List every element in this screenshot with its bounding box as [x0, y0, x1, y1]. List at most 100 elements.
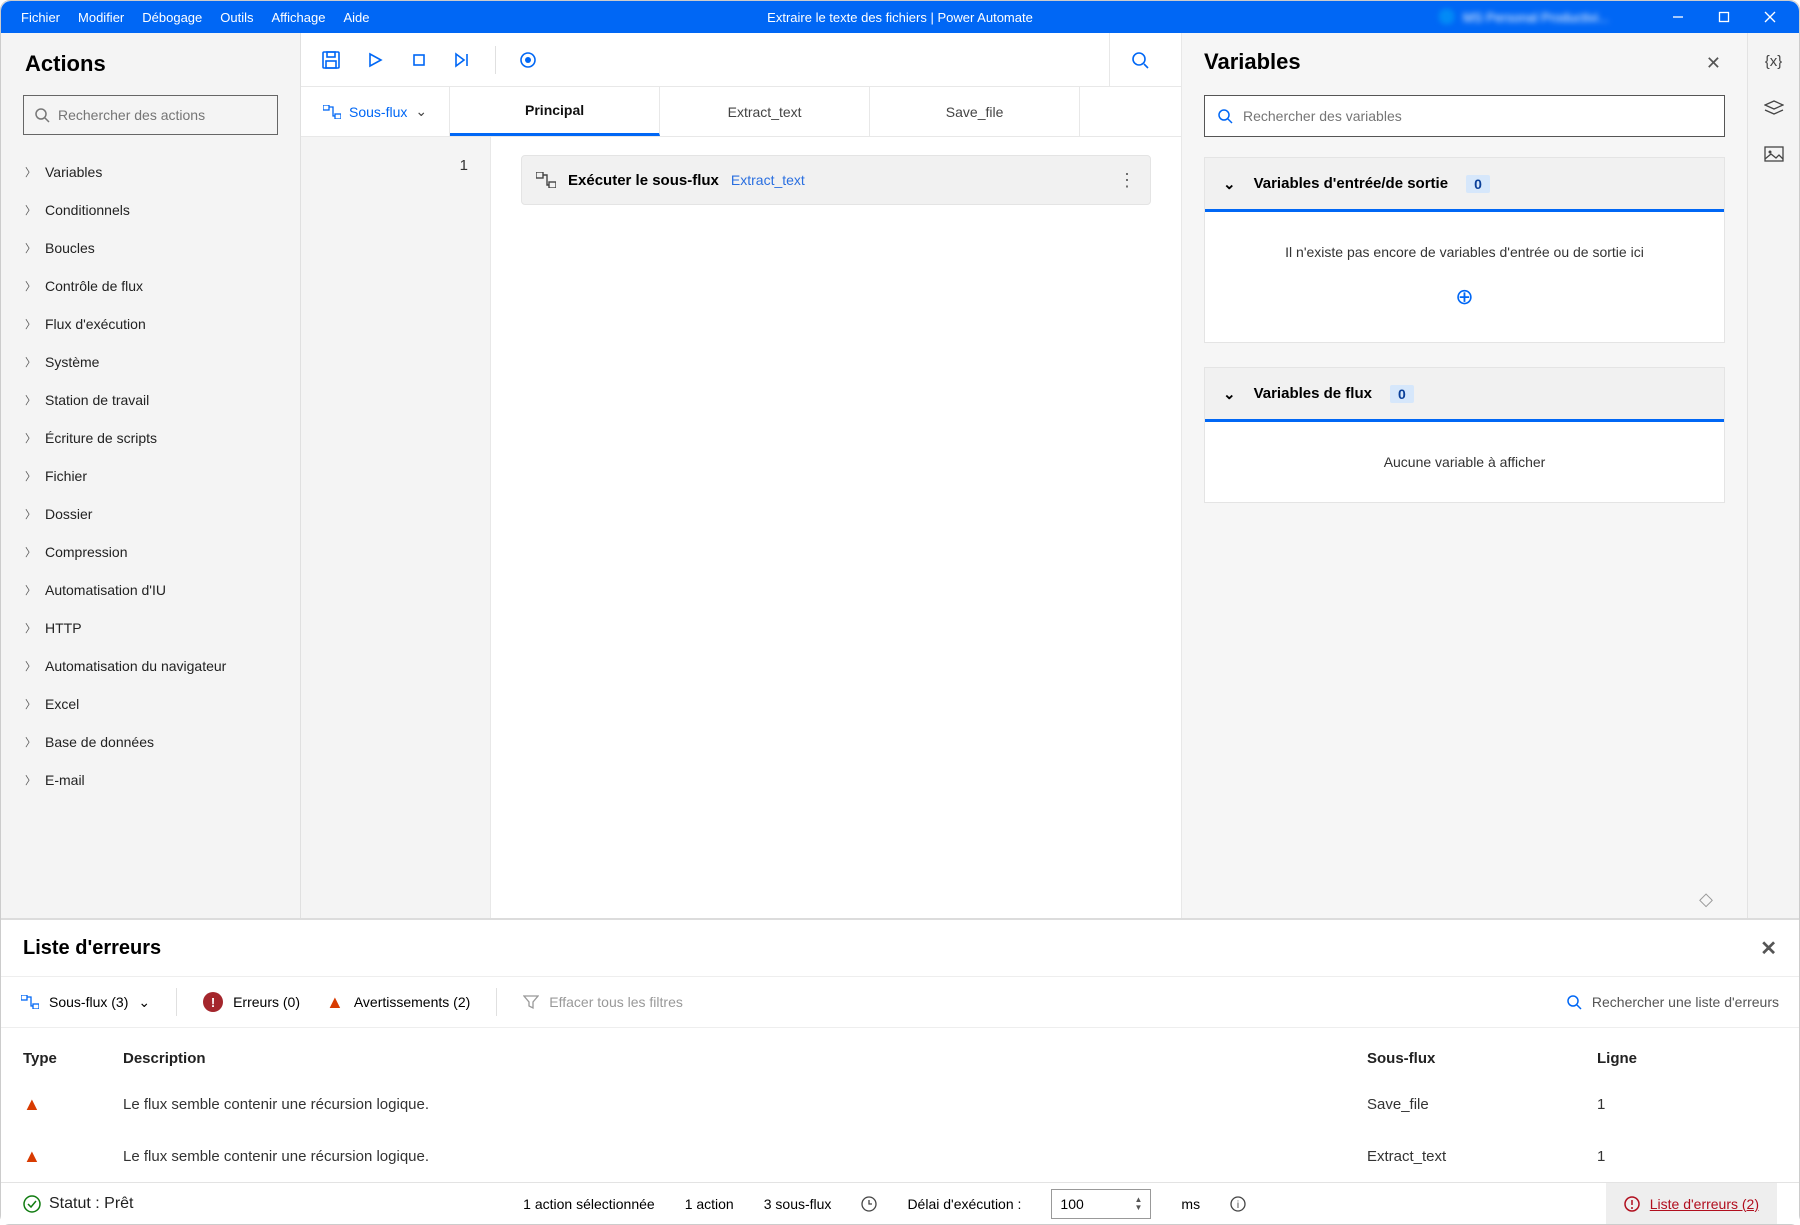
- minimize-button[interactable]: [1671, 10, 1685, 24]
- step-menu-button[interactable]: ⋮: [1118, 170, 1136, 191]
- action-category[interactable]: 〉Boucles: [19, 229, 290, 267]
- action-category[interactable]: 〉Conditionnels: [19, 191, 290, 229]
- subflow-tabs: Sous-flux ⌄ PrincipalExtract_textSave_fi…: [301, 87, 1181, 137]
- filter-errors[interactable]: ! Erreurs (0): [203, 992, 300, 1012]
- tab-extract_text[interactable]: Extract_text: [660, 87, 870, 136]
- chevron-right-icon: 〉: [25, 734, 35, 750]
- subflows-label: Sous-flux: [349, 104, 407, 120]
- col-line[interactable]: Ligne: [1597, 1050, 1777, 1067]
- flow-variables-header[interactable]: ⌄ Variables de flux 0: [1205, 368, 1724, 422]
- layers-rail-button[interactable]: [1764, 100, 1784, 116]
- filter-subflows-label: Sous-flux (3): [49, 994, 128, 1010]
- chevron-right-icon: 〉: [25, 506, 35, 522]
- actions-search[interactable]: [23, 95, 278, 135]
- action-category-label: E-mail: [45, 772, 85, 788]
- errors-close-button[interactable]: ✕: [1760, 936, 1777, 961]
- step-subflow-link[interactable]: Extract_text: [731, 172, 805, 188]
- action-category[interactable]: 〉HTTP: [19, 609, 290, 647]
- eraser-icon[interactable]: ◇: [1699, 889, 1713, 910]
- action-category[interactable]: 〉Dossier: [19, 495, 290, 533]
- action-category[interactable]: 〉Automatisation d'IU: [19, 571, 290, 609]
- col-type[interactable]: Type: [23, 1050, 123, 1067]
- error-subflow: Extract_text: [1367, 1148, 1597, 1165]
- filter-warnings[interactable]: ▲ Avertissements (2): [326, 992, 470, 1013]
- variables-rail-button[interactable]: {x}: [1765, 53, 1783, 70]
- menu-view[interactable]: Affichage: [272, 10, 326, 25]
- actions-search-input[interactable]: [58, 107, 267, 123]
- flow-designer: Sous-flux ⌄ PrincipalExtract_textSave_fi…: [301, 33, 1182, 918]
- action-category[interactable]: 〉Fichier: [19, 457, 290, 495]
- action-category[interactable]: 〉 Excel: [19, 685, 290, 723]
- action-category[interactable]: 〉 Base de données: [19, 723, 290, 761]
- close-button[interactable]: [1763, 10, 1777, 24]
- action-category-label: Système: [45, 354, 99, 370]
- action-category[interactable]: 〉Flux d'exécution: [19, 305, 290, 343]
- search-icon: [1217, 108, 1233, 124]
- stop-button[interactable]: [401, 42, 437, 78]
- save-button[interactable]: [313, 42, 349, 78]
- maximize-button[interactable]: [1717, 10, 1731, 24]
- clear-filters[interactable]: Effacer tous les filtres: [523, 994, 683, 1010]
- delay-input[interactable]: 100 ▲▼: [1051, 1189, 1151, 1219]
- action-category-label: Station de travail: [45, 392, 149, 408]
- chevron-down-icon: ⌄: [138, 994, 150, 1011]
- delay-down[interactable]: ▼: [1134, 1204, 1142, 1212]
- action-category[interactable]: 〉Compression: [19, 533, 290, 571]
- add-io-variable-button[interactable]: ⊕: [1455, 284, 1473, 310]
- status-subflows: 3 sous-flux: [764, 1196, 832, 1212]
- action-category[interactable]: 〉Variables: [19, 153, 290, 191]
- info-icon[interactable]: i: [1230, 1196, 1246, 1212]
- error-subflow: Save_file: [1367, 1096, 1597, 1113]
- menu-file[interactable]: Fichier: [21, 10, 60, 25]
- col-description[interactable]: Description: [123, 1050, 1367, 1067]
- action-category[interactable]: 〉Système: [19, 343, 290, 381]
- error-circle-icon: [1624, 1196, 1640, 1212]
- action-category-label: Contrôle de flux: [45, 278, 143, 294]
- errors-search[interactable]: Rechercher une liste d'erreurs: [1566, 994, 1779, 1010]
- images-rail-button[interactable]: [1764, 146, 1784, 162]
- action-category[interactable]: 〉Écriture de scripts: [19, 419, 290, 457]
- action-category[interactable]: 〉Automatisation du navigateur: [19, 647, 290, 685]
- designer-search-button[interactable]: [1109, 33, 1169, 86]
- record-button[interactable]: [510, 42, 546, 78]
- io-variables-header[interactable]: ⌄ Variables d'entrée/de sortie 0: [1205, 158, 1724, 212]
- status-ready: Statut : Prêt: [23, 1195, 133, 1213]
- menu-debug[interactable]: Débogage: [142, 10, 202, 25]
- flow-variables-empty-text: Aucune variable à afficher: [1225, 454, 1704, 470]
- action-category[interactable]: 〉E-mail: [19, 761, 290, 799]
- subflows-dropdown[interactable]: Sous-flux ⌄: [301, 87, 450, 136]
- svg-text:i: i: [1237, 1200, 1239, 1211]
- variables-search-input[interactable]: [1243, 108, 1712, 124]
- action-category[interactable]: 〉Contrôle de flux: [19, 267, 290, 305]
- chevron-right-icon: 〉: [25, 468, 35, 484]
- status-errors-link[interactable]: Liste d'erreurs (2): [1606, 1183, 1777, 1224]
- account-menu[interactable]: 🌐 MS Personal Productivi...: [1439, 9, 1609, 25]
- line-gutter: 1: [301, 137, 491, 918]
- tab-principal[interactable]: Principal: [450, 87, 660, 136]
- step-run-subflow[interactable]: Exécuter le sous-flux Extract_text ⋮: [521, 155, 1151, 205]
- error-row[interactable]: ▲Le flux semble contenir une récursion l…: [23, 1078, 1777, 1130]
- tab-save_file[interactable]: Save_file: [870, 87, 1080, 136]
- run-button[interactable]: [357, 42, 393, 78]
- errors-table-header: Type Description Sous-flux Ligne: [23, 1038, 1777, 1078]
- variables-close-button[interactable]: ✕: [1706, 53, 1721, 74]
- check-circle-icon: [23, 1195, 41, 1213]
- filter-subflows[interactable]: Sous-flux (3) ⌄: [21, 994, 150, 1011]
- variables-search[interactable]: [1204, 95, 1725, 137]
- menu-tools[interactable]: Outils: [220, 10, 253, 25]
- errors-heading: Liste d'erreurs: [23, 937, 161, 960]
- line-number: 1: [301, 157, 468, 174]
- action-category[interactable]: 〉Station de travail: [19, 381, 290, 419]
- chevron-right-icon: 〉: [25, 620, 35, 636]
- action-category-label: Excel: [45, 696, 79, 712]
- status-bar: Statut : Prêt 1 action sélectionnée 1 ac…: [1, 1182, 1799, 1224]
- chevron-right-icon: 〉: [25, 696, 35, 712]
- account-label: MS Personal Productivi...: [1463, 10, 1609, 25]
- step-button[interactable]: [445, 42, 481, 78]
- error-row[interactable]: ▲Le flux semble contenir une récursion l…: [23, 1130, 1777, 1182]
- menu-help[interactable]: Aide: [343, 10, 369, 25]
- action-category-label: Base de données: [45, 734, 154, 750]
- col-subflow[interactable]: Sous-flux: [1367, 1050, 1597, 1067]
- menu-edit[interactable]: Modifier: [78, 10, 124, 25]
- steps-area[interactable]: Exécuter le sous-flux Extract_text ⋮: [491, 137, 1181, 918]
